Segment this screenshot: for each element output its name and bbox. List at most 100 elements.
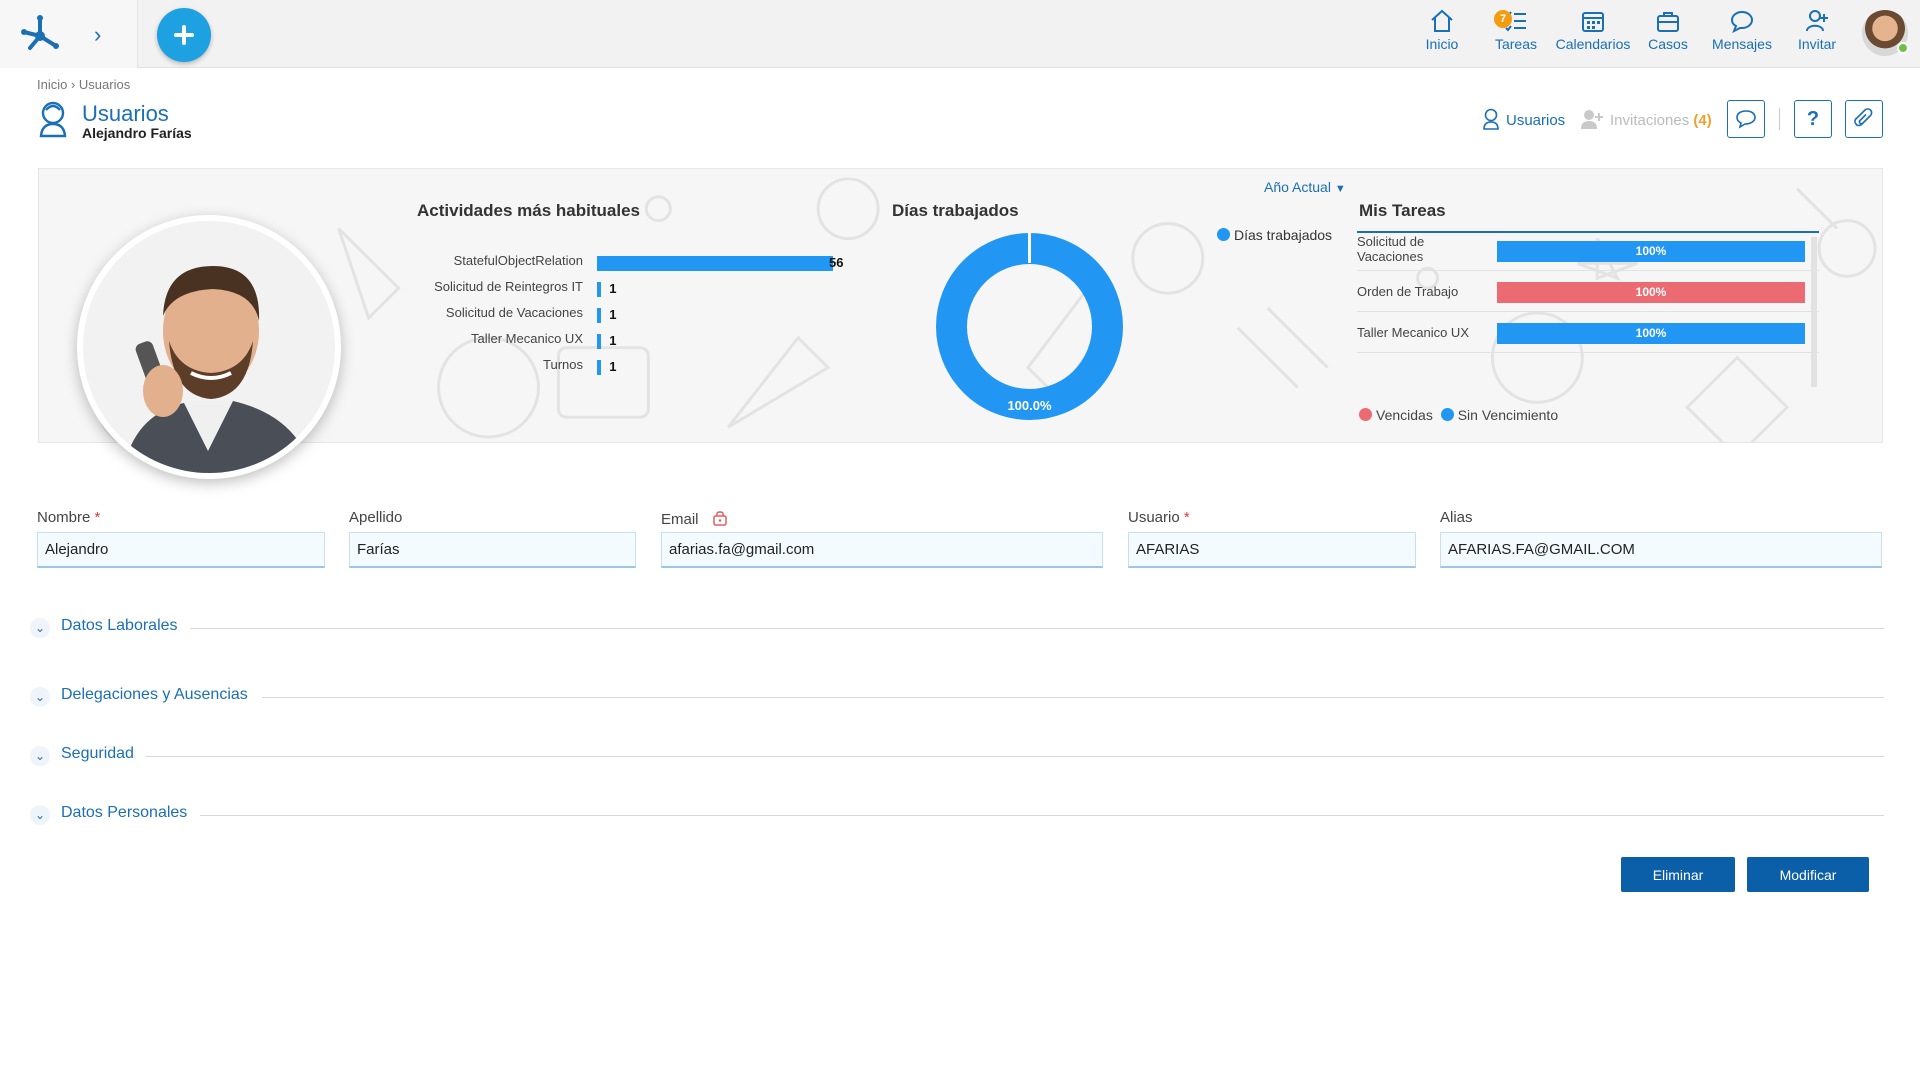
user-icon [1483,108,1499,130]
nav-mensajes[interactable]: Mensajes [1710,8,1774,58]
help-icon: ? [1806,107,1820,130]
task-label: Orden de Trabajo [1357,284,1459,299]
nav-label: Mensajes [1712,36,1772,52]
activity-bar-label: Solicitud de Reintegros IT [434,279,583,294]
breadcrumb[interactable]: Inicio › Usuarios [37,77,130,92]
task-bar[interactable]: 100% [1497,323,1805,344]
legend-dot-icon [1217,228,1230,241]
activity-bar[interactable] [597,282,602,297]
online-status-icon [1897,42,1909,54]
task-row[interactable]: Taller Mecanico UX 100% [1357,313,1819,353]
nav-label: Tareas [1494,36,1538,52]
chevron-down-icon: ⌄ [30,746,50,766]
users-link-label: Usuarios [1506,112,1566,129]
invitations-link[interactable]: Invitaciones (4) [1580,108,1712,130]
required-mark: * [1183,509,1190,526]
chevron-down-icon: ▼ [1334,183,1346,195]
section-label: Datos Personales [61,804,188,821]
comments-button[interactable] [1727,100,1765,138]
activity-bar[interactable] [597,256,833,271]
page-title: Usuarios [82,101,169,126]
apellido-input[interactable] [349,532,636,568]
legend-no-due: Sin Vencimiento [1457,407,1559,423]
section-label: Seguridad [61,745,134,762]
required-mark: * [94,509,101,526]
users-link[interactable]: Usuarios [1482,108,1565,130]
delete-button[interactable]: Eliminar [1621,857,1735,892]
help-button[interactable]: ? [1794,100,1832,138]
modify-button[interactable]: Modificar [1747,857,1869,892]
activity-bar-label: Solicitud de Vacaciones [445,305,583,320]
activity-bar[interactable] [597,334,602,349]
nav-invitar[interactable]: Invitar [1795,8,1839,58]
section-datos-laborales[interactable]: ⌄ Datos Laborales [30,616,1884,640]
briefcase-icon [1657,12,1679,32]
legend-dot-icon [1440,408,1454,421]
chevron-down-icon: ⌄ [30,805,50,825]
tasks-legend: Vencidas Sin Vencimiento [1359,407,1558,423]
activity-bar[interactable] [597,360,602,375]
invitations-count: (4) [1693,112,1712,129]
invite-user-icon [1581,110,1603,129]
section-divider [146,756,1884,757]
email-input[interactable] [661,532,1103,568]
add-button[interactable] [157,8,211,62]
header-divider [1779,108,1780,130]
expand-menu-icon[interactable]: › [94,22,101,48]
calendar-icon [1582,12,1604,32]
usuario-label-text: Usuario [1128,509,1180,526]
activity-bar-value: 56 [829,255,844,270]
page-subtitle: Alejandro Farías [82,125,192,141]
task-bar[interactable]: 100% [1497,241,1805,262]
days-worked-donut: 100.0% [936,233,1123,420]
section-label: Delegaciones y Ausencias [61,686,248,703]
donut-value-label: 100.0% [1007,398,1052,413]
paperclip-icon [1854,108,1873,127]
usuario-input[interactable] [1128,532,1416,568]
nav-inicio[interactable]: Inicio [1422,8,1462,58]
nav-label: Casos [1648,36,1688,52]
logo-icon[interactable] [18,12,62,56]
activity-bar[interactable] [597,308,602,323]
days-worked-title: Días trabajados [892,201,1019,220]
section-datos-personales[interactable]: ⌄ Datos Personales [30,803,1884,827]
task-bar[interactable]: 100% [1497,282,1805,303]
chevron-down-icon: ⌄ [30,687,50,707]
user-page-icon [39,101,67,138]
top-bar: › Inicio Tareas 7 Calendarios Casos Mens… [0,0,1920,68]
section-divider [262,697,1884,698]
email-label-text: Email [661,511,699,528]
chevron-down-icon: ⌄ [30,618,50,638]
activity-bar-value: 1 [609,333,617,348]
chat-icon [1730,10,1754,34]
tasks-scrollbar[interactable] [1811,237,1817,387]
comment-icon [1736,110,1756,129]
nav-label: Invitar [1797,36,1837,52]
email-label: Email [661,509,728,528]
nav-tareas[interactable]: Tareas 7 [1494,8,1538,58]
donut-ring [936,233,1123,420]
invitations-label: Invitaciones [1610,112,1690,129]
apellido-label: Apellido [349,509,403,526]
attachments-button[interactable] [1845,100,1883,138]
lock-icon [712,511,727,526]
alias-label: Alias [1440,509,1473,526]
section-delegaciones[interactable]: ⌄ Delegaciones y Ausencias [30,685,1884,709]
activity-bar-value: 1 [609,359,617,374]
nombre-label: Nombre * [37,509,100,526]
my-tasks-title: Mis Tareas [1359,201,1446,220]
legend-overdue: Vencidas [1376,407,1433,423]
alias-input[interactable] [1440,532,1882,568]
nombre-input[interactable] [37,532,325,568]
task-row[interactable]: Orden de Trabajo 100% [1357,272,1819,312]
year-select[interactable]: Año Actual ▼ [1264,179,1346,195]
nav-calendarios[interactable]: Calendarios [1555,8,1631,58]
nav-casos[interactable]: Casos [1646,8,1690,58]
section-seguridad[interactable]: ⌄ Seguridad [30,744,1884,768]
logo-area: › [0,0,138,68]
task-row[interactable]: Solicitud de Vacaciones 100% [1357,231,1819,271]
activity-bar-value: 1 [609,307,617,322]
user-photo[interactable] [77,215,341,479]
nombre-label-text: Nombre [37,509,91,526]
section-divider [200,815,1884,816]
